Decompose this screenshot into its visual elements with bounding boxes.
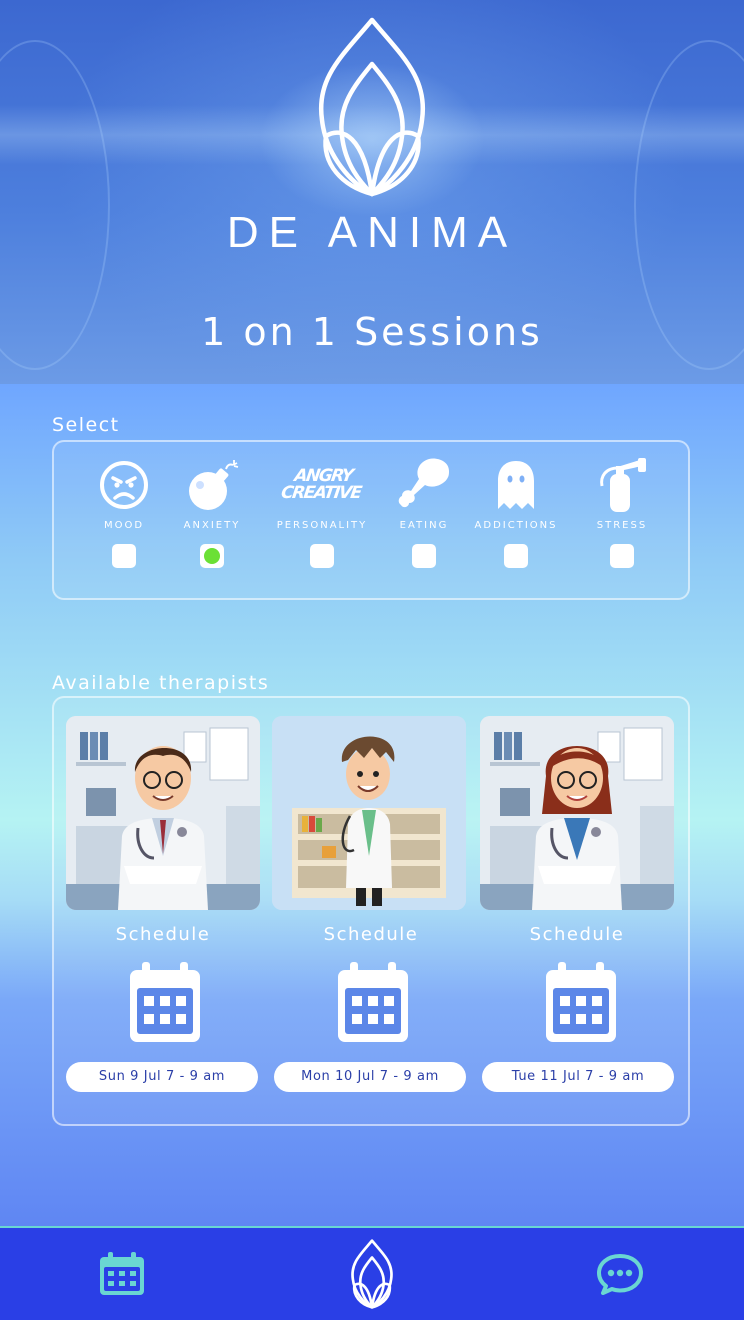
category-anxiety[interactable]: ANXIETY: [162, 454, 262, 568]
checkbox-anxiety[interactable]: [200, 544, 224, 568]
therapist-card-2[interactable]: [272, 716, 466, 910]
doctor-avatar-male-stethoscope: [272, 716, 466, 910]
brand-name: DE ANIMA: [226, 208, 518, 257]
de-anima-logo-icon: [318, 17, 426, 197]
calendar-icon[interactable]: [336, 960, 410, 1044]
bomb-icon: [162, 454, 262, 516]
checkbox-addictions[interactable]: [504, 544, 528, 568]
doctor-avatar-male: [66, 716, 260, 910]
category-mood[interactable]: MOOD: [74, 454, 174, 568]
nav-home-button[interactable]: [342, 1228, 402, 1320]
calendar-icon[interactable]: [544, 960, 618, 1044]
schedule-label: Schedule: [115, 924, 211, 945]
slot-button[interactable]: Tue 11 Jul 7 - 9 am: [482, 1062, 674, 1092]
category-label: STRESS: [596, 520, 648, 531]
therapist-card-3[interactable]: [480, 716, 674, 910]
select-label: Select: [52, 414, 120, 436]
category-label: ADDICTIONS: [474, 520, 558, 531]
category-addictions[interactable]: ADDICTIONS: [466, 454, 566, 568]
bottom-nav: [0, 1226, 744, 1320]
checkbox-eating[interactable]: [412, 544, 436, 568]
meat-drumstick-icon: [374, 454, 474, 516]
checkbox-stress[interactable]: [610, 544, 634, 568]
calendar-icon: [100, 1252, 144, 1295]
checkbox-mood[interactable]: [112, 544, 136, 568]
category-label: ANXIETY: [183, 520, 241, 531]
category-label: MOOD: [103, 520, 145, 531]
angry-face-icon: [74, 454, 174, 516]
de-anima-logo-icon: [351, 1239, 393, 1309]
category-label: PERSONALITY: [276, 520, 368, 531]
checkbox-personality[interactable]: [310, 544, 334, 568]
header-banner: DE ANIMA 1 on 1 Sessions: [0, 0, 744, 384]
category-panel: MOOD ANXIETY ANGRY CREATIVE PERSONALITY: [52, 440, 690, 600]
schedule-label: Schedule: [323, 924, 419, 945]
chat-bubble-icon: [597, 1254, 643, 1295]
ghost-icon: [466, 454, 566, 516]
slot-button[interactable]: Sun 9 Jul 7 - 9 am: [66, 1062, 258, 1092]
nav-chat-button[interactable]: [590, 1228, 650, 1320]
angry-creative-logo: ANGRY CREATIVE: [279, 466, 362, 503]
angry-creative-icon: ANGRY CREATIVE: [272, 454, 372, 516]
category-personality[interactable]: ANGRY CREATIVE PERSONALITY: [272, 454, 372, 568]
doctor-avatar-female: [480, 716, 674, 910]
category-eating[interactable]: EATING: [374, 454, 474, 568]
therapists-panel: Schedule Sun 9 Jul 7 - 9 am Schedule Mon…: [52, 696, 690, 1126]
therapists-label: Available therapists: [52, 672, 270, 694]
page-title: 1 on 1 Sessions: [201, 310, 543, 354]
fire-extinguisher-icon: [572, 454, 672, 516]
calendar-icon[interactable]: [128, 960, 202, 1044]
schedule-label: Schedule: [529, 924, 625, 945]
category-label: EATING: [399, 520, 449, 531]
therapist-card-1[interactable]: [66, 716, 260, 910]
category-stress[interactable]: STRESS: [572, 454, 672, 568]
nav-calendar-button[interactable]: [92, 1228, 152, 1320]
slot-button[interactable]: Mon 10 Jul 7 - 9 am: [274, 1062, 466, 1092]
checked-indicator: [204, 548, 220, 564]
